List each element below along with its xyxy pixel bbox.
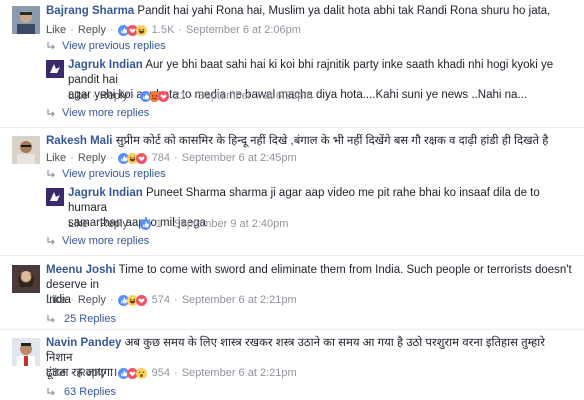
comment-text: सुप्रीम कोर्ट को कासमिर के हिन्दू नहीं द… xyxy=(115,135,549,147)
reply-arrow-icon xyxy=(47,388,55,396)
reply-button[interactable]: Reply xyxy=(78,23,106,37)
separator: · xyxy=(131,218,136,230)
separator: · xyxy=(92,218,96,230)
like-reaction-icon xyxy=(139,218,151,230)
haha-reaction-icon xyxy=(135,24,147,36)
like-button[interactable]: Like xyxy=(46,366,66,380)
reaction-count[interactable]: 784 xyxy=(152,151,170,165)
like-button[interactable]: Like xyxy=(46,151,66,165)
reply-button[interactable]: Reply xyxy=(78,366,106,380)
reply-arrow-icon xyxy=(47,42,55,50)
separator: · xyxy=(109,294,114,306)
view-more-replies[interactable]: View more replies xyxy=(46,107,149,119)
avatar[interactable] xyxy=(12,265,40,293)
reply-arrow-icon xyxy=(47,109,55,117)
comment-author[interactable]: Rakesh Mali xyxy=(46,135,112,147)
separator: · xyxy=(131,90,136,102)
comment-actions: Like · Reply · 784 · September 6 at 2:45… xyxy=(46,151,297,165)
like-button[interactable]: Like xyxy=(46,23,66,37)
divider xyxy=(0,329,584,330)
reaction-count[interactable]: 574 xyxy=(152,293,170,307)
divider xyxy=(0,127,584,128)
divider xyxy=(0,255,584,256)
separator: · xyxy=(70,367,74,379)
reply-arrow-icon xyxy=(47,170,55,178)
reply-button[interactable]: Reply xyxy=(78,151,106,165)
timestamp[interactable]: September 9 at 2:40pm xyxy=(173,217,288,231)
replies-count-label: 63 Replies xyxy=(64,386,116,398)
timestamp[interactable]: September 7 at 6:33pm xyxy=(198,89,313,103)
separator: · xyxy=(174,367,178,379)
wow-reaction-icon xyxy=(135,367,147,379)
comment-actions: Like · Reply · 574 · September 6 at 2:21… xyxy=(46,293,297,307)
comment-text: अब कुछ समय के लिए शास्त्र रखकर शस्त्र उठ… xyxy=(46,337,545,364)
like-button[interactable]: Like xyxy=(46,293,66,307)
reply-arrow-icon xyxy=(47,315,55,323)
separator: · xyxy=(109,24,114,36)
comment-text: Pandit hai yahi Rona hai, Muslim ya dali… xyxy=(137,5,551,17)
reactions[interactable] xyxy=(139,90,169,102)
reply-arrow-icon xyxy=(47,237,55,245)
separator: · xyxy=(178,24,182,36)
view-previous-replies[interactable]: View previous replies xyxy=(46,40,166,52)
comment-author[interactable]: Meenu Joshi xyxy=(46,264,116,276)
replies-link[interactable]: 25 Replies xyxy=(46,313,116,325)
love-reaction-icon xyxy=(157,90,169,102)
view-more-label: View more replies xyxy=(62,235,150,247)
separator: · xyxy=(92,90,96,102)
comment-author[interactable]: Jagruk Indian xyxy=(68,59,143,71)
like-button[interactable]: Like xyxy=(68,217,88,231)
avatar[interactable] xyxy=(12,6,40,34)
separator: · xyxy=(174,294,178,306)
reactions[interactable] xyxy=(117,24,147,36)
reaction-count[interactable]: 1 xyxy=(156,217,162,231)
avatar[interactable] xyxy=(46,188,64,206)
reaction-count[interactable]: 21 xyxy=(174,89,186,103)
avatar[interactable] xyxy=(12,338,40,366)
reply-button[interactable]: Reply xyxy=(78,293,106,307)
replies-count-label: 25 Replies xyxy=(64,313,116,325)
comment-actions: Like · Reply · 1 · September 9 at 2:40pm xyxy=(68,217,288,231)
reaction-count[interactable]: 954 xyxy=(152,366,170,380)
comment-author[interactable]: Jagruk Indian xyxy=(68,187,143,199)
separator: · xyxy=(189,90,194,102)
separator: · xyxy=(70,152,74,164)
separator: · xyxy=(109,152,114,164)
view-previous-label: View previous replies xyxy=(62,168,166,180)
view-more-label: View more replies xyxy=(62,107,150,119)
comment-actions: Like · Reply · 21 · September 7 at 6:33p… xyxy=(68,89,313,103)
separator: · xyxy=(70,24,74,36)
timestamp[interactable]: September 6 at 2:06pm xyxy=(186,23,301,37)
reply-button[interactable]: Reply xyxy=(100,217,128,231)
reactions[interactable] xyxy=(117,367,147,379)
separator: · xyxy=(174,152,178,164)
separator: · xyxy=(70,294,74,306)
timestamp[interactable]: September 6 at 2:21pm xyxy=(182,366,297,380)
avatar[interactable] xyxy=(46,60,64,78)
separator: · xyxy=(165,218,170,230)
comment-text: Time to come with sword and eliminate th… xyxy=(46,264,572,291)
view-more-replies[interactable]: View more replies xyxy=(46,235,149,247)
reactions[interactable] xyxy=(139,218,151,230)
like-button[interactable]: Like xyxy=(68,89,88,103)
avatar[interactable] xyxy=(12,136,40,164)
replies-link[interactable]: 63 Replies xyxy=(46,386,116,398)
love-reaction-icon xyxy=(135,294,147,306)
comment-author[interactable]: Bajrang Sharma xyxy=(46,5,134,17)
separator: · xyxy=(109,367,114,379)
love-reaction-icon xyxy=(135,152,147,164)
reaction-count[interactable]: 1.5K xyxy=(152,23,175,37)
view-previous-label: View previous replies xyxy=(62,40,166,52)
view-previous-replies[interactable]: View previous replies xyxy=(46,168,166,180)
timestamp[interactable]: September 6 at 2:21pm xyxy=(182,293,297,307)
timestamp[interactable]: September 6 at 2:45pm xyxy=(182,151,297,165)
reactions[interactable] xyxy=(117,152,147,164)
comment-actions: Like · Reply · 1.5K · September 6 at 2:0… xyxy=(46,23,301,37)
comment-author[interactable]: Navin Pandey xyxy=(46,337,121,349)
reactions[interactable] xyxy=(117,294,147,306)
reply-button[interactable]: Reply xyxy=(100,89,128,103)
comment-actions: Like · Reply · 954 · September 6 at 2:21… xyxy=(46,366,297,380)
